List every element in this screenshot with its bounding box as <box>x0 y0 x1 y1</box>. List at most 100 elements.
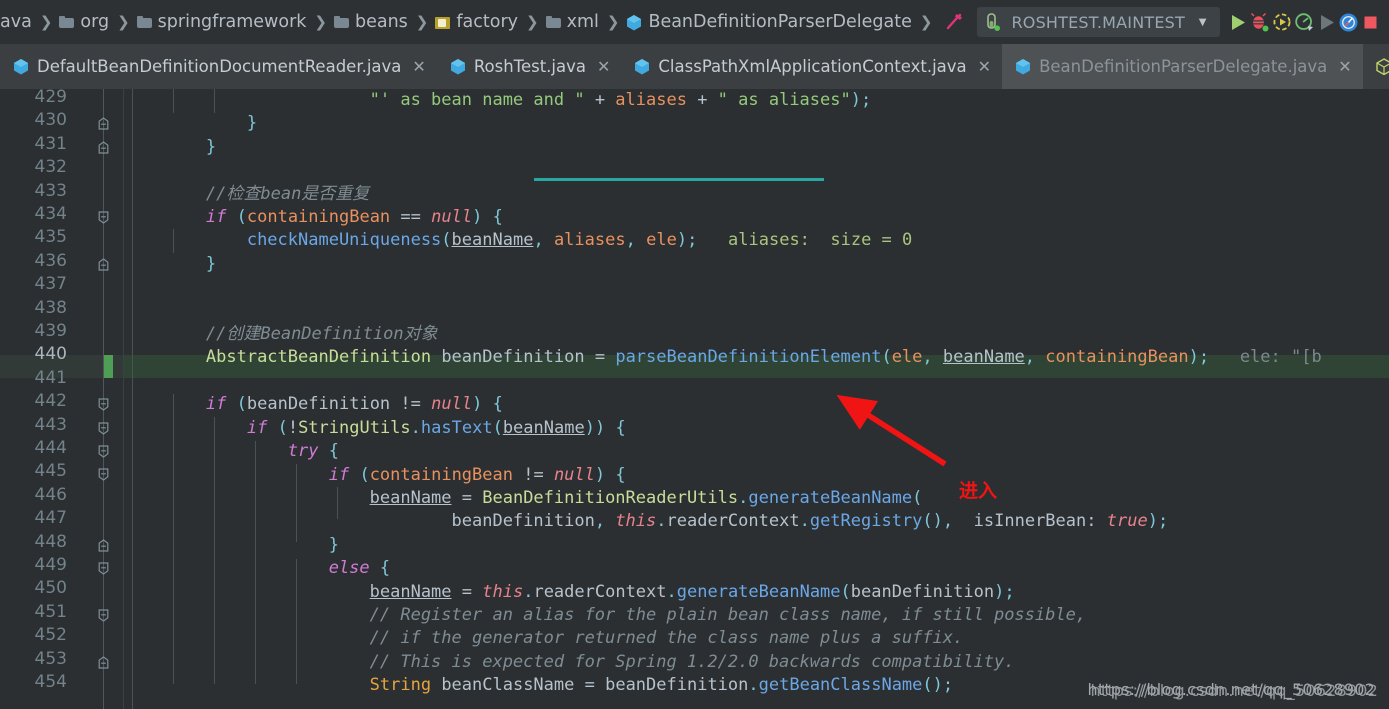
run-again-button[interactable] <box>1317 7 1336 37</box>
editor-tab-bar: DefaultBeanDefinitionDocumentReader.java… <box>0 44 1389 89</box>
fold-collapse-icon[interactable] <box>97 443 110 458</box>
tab-bean-definition-parser-delegate[interactable]: BeanDefinitionParserDelegate.java ✕ <box>1002 44 1363 89</box>
idea-window: ava ❯ org ❯ springframework ❯ beans ❯ fa… <box>0 0 1389 709</box>
folder-icon <box>545 16 561 28</box>
test-tube-icon <box>984 12 1001 32</box>
run-with-coverage-button[interactable] <box>1272 7 1292 37</box>
watermark: https://blog.csdn.net/qq_50628902 https:… <box>1088 680 1378 700</box>
fold-end-icon[interactable] <box>97 139 110 154</box>
line-number: 438 <box>34 297 67 318</box>
fold-collapse-icon[interactable] <box>97 560 110 575</box>
tab-label: ClassPathXmlApplicationContext.java <box>658 57 967 76</box>
line-number: 434 <box>34 204 67 224</box>
code-editor[interactable]: 429 430 431 432 433 434 435 436 437 438 439 440 441 4… <box>0 89 1389 709</box>
fold-collapse-icon[interactable] <box>97 209 110 224</box>
breadcrumb-label: beans <box>354 12 408 32</box>
chevron-right-icon: ❯ <box>919 13 933 31</box>
debug-button[interactable] <box>1249 7 1270 37</box>
breadcrumb-item-springframework[interactable]: springframework <box>136 0 307 44</box>
line-number: 442 <box>34 391 67 412</box>
source-code-text: "' as bean name and " + aliases + " as a… <box>205 90 1322 696</box>
folder-icon <box>59 16 75 28</box>
chevron-right-icon: ❯ <box>117 13 130 31</box>
hammer-icon[interactable] <box>943 11 965 33</box>
fold-collapse-icon[interactable] <box>97 396 110 411</box>
breadcrumb-label: BeanDefinitionParserDelegate <box>648 12 912 32</box>
java-abstract-icon <box>1375 58 1389 76</box>
line-number: 451 <box>34 601 67 622</box>
vcs-change-marker[interactable] <box>104 355 113 379</box>
tab-label: BeanDefinitionParserDelegate.java <box>1039 57 1328 76</box>
line-number: 448 <box>34 531 67 552</box>
line-number: 431 <box>34 133 67 154</box>
line-number: 454 <box>34 672 67 692</box>
fold-collapse-icon[interactable] <box>97 466 110 482</box>
line-number: 452 <box>34 625 67 646</box>
breadcrumb: ava ❯ org ❯ springframework ❯ beans ❯ fa… <box>0 0 965 44</box>
chevron-right-icon: ❯ <box>606 13 620 31</box>
java-class-icon <box>1015 58 1031 75</box>
close-icon[interactable]: ✕ <box>597 58 610 75</box>
line-number: 433 <box>34 180 67 201</box>
breadcrumb-label: xml <box>566 12 599 32</box>
chevron-right-icon: ❯ <box>314 13 327 31</box>
chevron-right-icon: ❯ <box>39 13 53 31</box>
java-class-icon <box>634 58 650 75</box>
fold-end-icon[interactable] <box>97 115 110 130</box>
breadcrumb-item-beans[interactable]: beans <box>333 0 408 44</box>
editor-gutter[interactable]: 429 430 431 432 433 434 435 436 437 438 439 440 441 4… <box>0 89 124 709</box>
folder-icon <box>136 16 152 28</box>
breadcrumb-label: org <box>80 12 110 32</box>
fold-end-icon[interactable] <box>97 654 110 669</box>
tab-label: RoshTest.java <box>473 57 586 76</box>
tab-rosh-test[interactable]: RoshTest.java ✕ <box>436 44 622 89</box>
navigation-bar: ava ❯ org ❯ springframework ❯ beans ❯ fa… <box>0 0 1389 44</box>
line-number: 439 <box>34 321 67 341</box>
fold-collapse-icon[interactable] <box>97 420 110 435</box>
stop-button[interactable] <box>1361 7 1380 37</box>
folder-yellow-icon <box>435 16 451 29</box>
line-number: 453 <box>34 648 67 669</box>
close-icon[interactable]: ✕ <box>412 58 425 75</box>
breadcrumb-item-xml[interactable]: xml <box>545 0 599 44</box>
fold-end-icon[interactable] <box>97 256 110 271</box>
annotation-label: 进入 <box>959 480 998 502</box>
line-number: 449 <box>34 555 67 575</box>
watermark-text-shadow: https://blog.csdn.net/qq_50628902 <box>1090 681 1378 700</box>
breadcrumb-label: springframework <box>157 12 307 32</box>
chevron-right-icon: ❯ <box>526 13 539 31</box>
run-button[interactable] <box>1228 7 1247 37</box>
line-number: 435 <box>34 227 67 248</box>
line-number: 447 <box>34 508 67 529</box>
tab-default-bean-definition-document-reader[interactable]: DefaultBeanDefinitionDocumentReader.java… <box>0 44 437 89</box>
attach-profiler-button[interactable] <box>1338 7 1359 37</box>
line-number: 446 <box>34 484 67 505</box>
breadcrumb-item-factory[interactable]: factory <box>435 0 518 44</box>
close-icon[interactable]: ✕ <box>1338 58 1351 75</box>
java-class-icon <box>450 58 466 75</box>
fold-end-icon[interactable] <box>97 537 110 552</box>
line-number: 440 <box>34 344 67 365</box>
line-number: 443 <box>34 414 67 435</box>
line-number: 437 <box>34 274 67 295</box>
tab-label: DefaultBeanDefinitionDocumentReader.java <box>37 57 402 76</box>
tab-abstract-application-context[interactable]: AbstractApplicationCo <box>1362 44 1389 89</box>
code-content[interactable]: "' as bean name and " + aliases + " as a… <box>124 89 1389 709</box>
breadcrumb-item-ava[interactable]: ava <box>0 0 32 44</box>
folder-icon <box>333 16 349 28</box>
fold-collapse-icon[interactable] <box>97 607 110 622</box>
line-number: 429 <box>34 89 67 107</box>
line-number: 444 <box>34 438 67 458</box>
profiler-button[interactable] <box>1294 7 1315 37</box>
close-icon[interactable]: ✕ <box>978 58 991 75</box>
line-number: 441 <box>34 367 67 388</box>
tab-class-path-xml-application-context[interactable]: ClassPathXmlApplicationContext.java ✕ <box>621 44 1003 89</box>
run-configuration-label: ROSHTEST.MAINTEST <box>1011 12 1186 32</box>
run-configuration-selector[interactable]: ROSHTEST.MAINTEST ▼ <box>977 7 1221 37</box>
breadcrumb-item-org[interactable]: org <box>59 0 109 44</box>
chevron-down-icon[interactable]: ▼ <box>1199 17 1207 28</box>
java-class-icon <box>626 14 642 31</box>
breadcrumb-label: ava <box>0 12 32 32</box>
breadcrumb-item-class[interactable]: BeanDefinitionParserDelegate <box>626 0 912 44</box>
line-number: 430 <box>34 110 67 131</box>
